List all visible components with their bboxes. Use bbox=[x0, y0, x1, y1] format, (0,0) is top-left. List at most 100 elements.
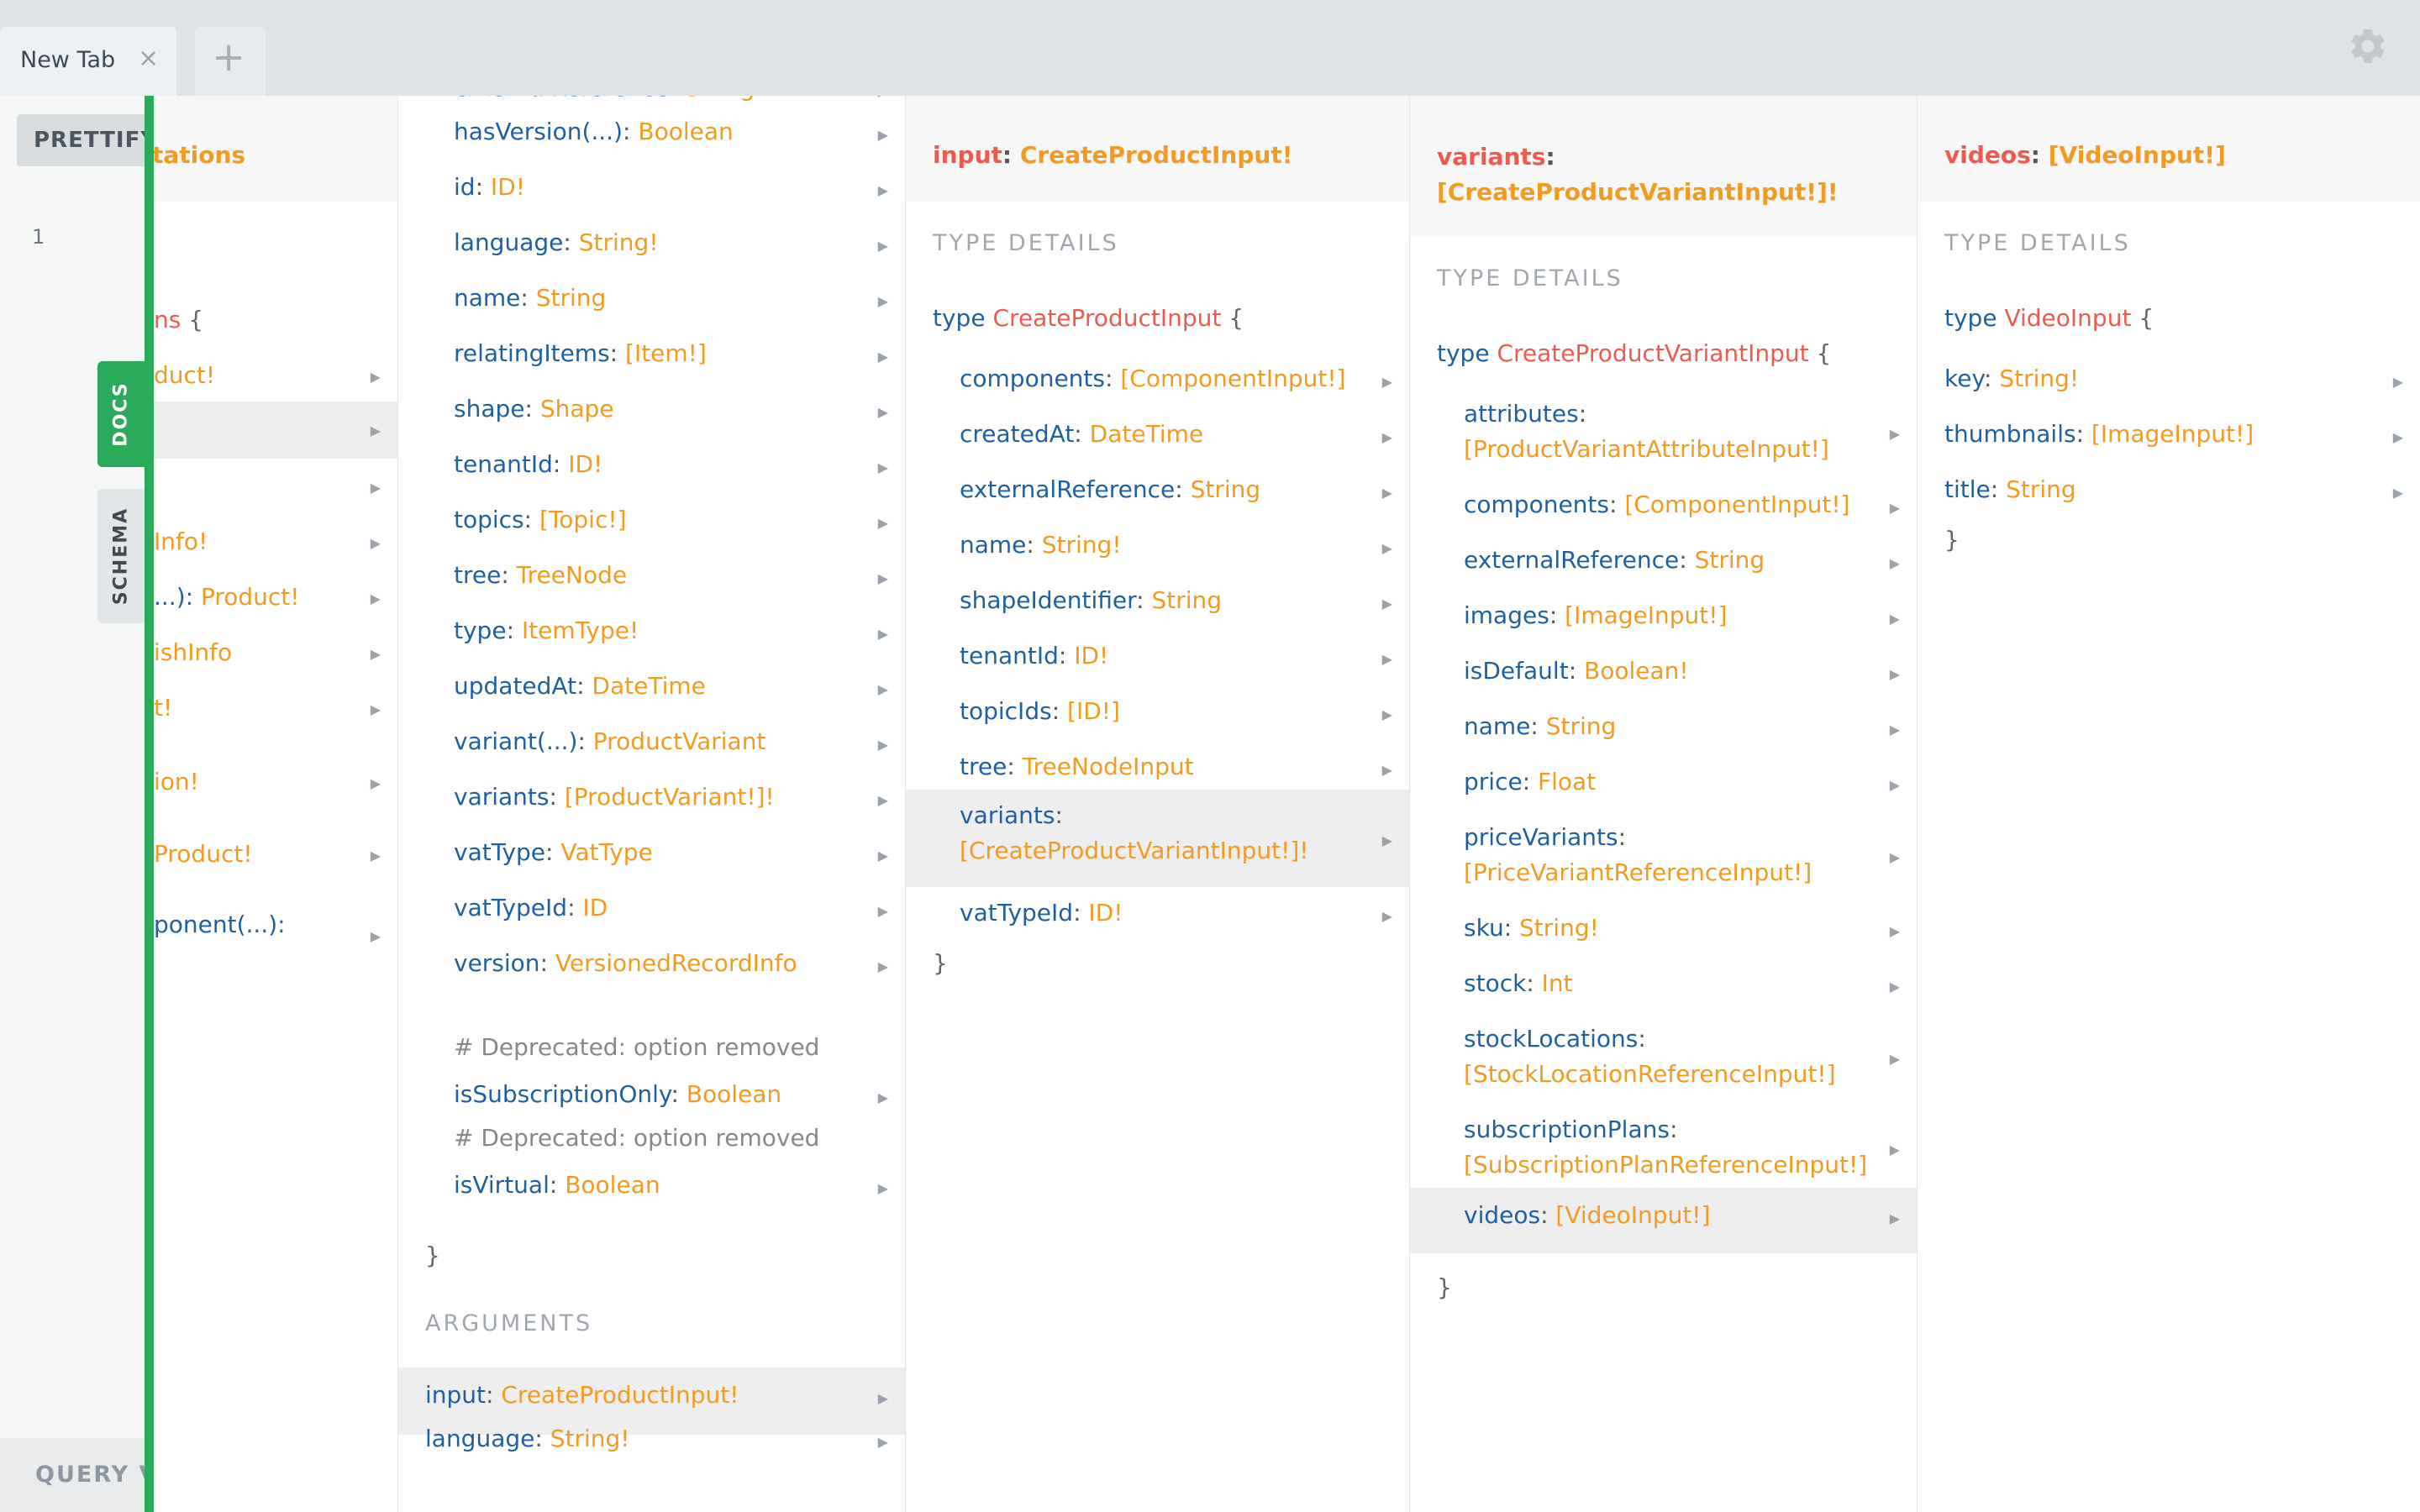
field-row[interactable]: updatedAt: DateTime ▶ bbox=[398, 669, 905, 704]
add-tab-button[interactable]: + bbox=[195, 27, 266, 96]
list-item[interactable]: ishInfo ▶ bbox=[154, 635, 397, 670]
field-type[interactable]: [Topic!] bbox=[539, 506, 627, 533]
field-type[interactable]: VersionedRecordInfo bbox=[555, 949, 797, 977]
field-type[interactable]: [SubscriptionPlanReferenceInput!] bbox=[1464, 1151, 1867, 1179]
field-row[interactable]: tenantId: ID! ▶ bbox=[906, 638, 1409, 674]
field-type[interactable]: String! bbox=[1999, 365, 2079, 392]
field-type[interactable]: Boolean bbox=[565, 1171, 660, 1199]
field-row[interactable]: tenantId: ID! ▶ bbox=[398, 447, 905, 482]
field-type[interactable]: String! bbox=[1519, 914, 1599, 942]
field-row[interactable]: subscriptionPlans: [SubscriptionPlanRefe… bbox=[1410, 1112, 1917, 1183]
field-row[interactable]: type: ItemType! ▶ bbox=[398, 613, 905, 648]
field-row[interactable]: shape: Shape ▶ bbox=[398, 391, 905, 427]
field-row[interactable]: sku: String! ▶ bbox=[1410, 911, 1917, 946]
field-row[interactable]: stockLocations: [StockLocationReferenceI… bbox=[1410, 1021, 1917, 1092]
list-item-selected[interactable]: ▶ bbox=[154, 402, 397, 459]
list-item[interactable]: ponent(...): ▶ bbox=[154, 907, 397, 944]
field-type[interactable]: [ComponentInput!] bbox=[1120, 365, 1345, 392]
field-row-selected[interactable]: variants: [CreateProductVariantInput!]! ▶ bbox=[906, 790, 1409, 887]
field-row[interactable]: id: ID! ▶ bbox=[398, 170, 905, 205]
field-row[interactable]: isDefault: Boolean! ▶ bbox=[1410, 654, 1917, 689]
field-type[interactable]: Boolean bbox=[638, 118, 733, 145]
field-row[interactable]: relatingItems: [Item!] ▶ bbox=[398, 336, 905, 371]
close-icon[interactable]: × bbox=[138, 44, 159, 73]
field-type[interactable]: [StockLocationReferenceInput!] bbox=[1464, 1060, 1836, 1088]
field-type[interactable]: String bbox=[2006, 475, 2076, 503]
field-row[interactable]: name: String ▶ bbox=[1410, 709, 1917, 744]
field-type[interactable]: [ComponentInput!] bbox=[1624, 491, 1849, 518]
field-type[interactable]: [VideoInput!] bbox=[1555, 1201, 1710, 1229]
field-type[interactable]: [Item!] bbox=[625, 339, 707, 367]
list-item[interactable]: Product! ▶ bbox=[154, 837, 397, 872]
field-type[interactable]: String! bbox=[579, 228, 659, 256]
field-type[interactable]: ID! bbox=[568, 450, 602, 478]
field-type[interactable]: VatType bbox=[560, 838, 652, 866]
field-row[interactable]: language: String! ▶ bbox=[398, 225, 905, 260]
field-type[interactable]: ID! bbox=[1074, 642, 1108, 669]
field-row[interactable]: externalReference: String ▶ bbox=[398, 96, 905, 106]
query-editor[interactable]: PRETTIFY 1 QUERY VA bbox=[0, 96, 187, 1512]
list-item[interactable]: Info! ▶ bbox=[154, 524, 397, 559]
field-type[interactable]: [ImageInput!] bbox=[1565, 601, 1727, 629]
field-row[interactable]: components: [ComponentInput!] ▶ bbox=[1410, 487, 1917, 522]
field-type[interactable]: Boolean bbox=[687, 1080, 781, 1108]
field-row[interactable]: topicIds: [ID!] ▶ bbox=[906, 694, 1409, 729]
schema-tab[interactable]: SCHEMA bbox=[97, 489, 145, 623]
field-type[interactable]: String bbox=[1546, 712, 1617, 740]
deprecated-field-row[interactable]: isSubscriptionOnly: Boolean ▶ bbox=[398, 1077, 905, 1112]
field-row[interactable]: components: [ComponentInput!] ▶ bbox=[906, 361, 1409, 396]
field-type[interactable]: Int bbox=[1542, 969, 1573, 997]
field-type[interactable]: DateTime bbox=[1090, 420, 1203, 448]
field-type[interactable]: String! bbox=[550, 1425, 630, 1452]
field-row[interactable]: vatTypeId: ID! ▶ bbox=[906, 895, 1409, 931]
field-type[interactable]: String! bbox=[1042, 531, 1122, 559]
field-row[interactable]: name: String! ▶ bbox=[906, 528, 1409, 563]
field-type[interactable]: ID bbox=[582, 894, 608, 921]
field-type[interactable]: TreeNodeInput bbox=[1023, 753, 1194, 780]
field-type[interactable]: Float bbox=[1538, 768, 1596, 795]
field-row[interactable]: tree: TreeNode ▶ bbox=[398, 558, 905, 593]
field-type[interactable]: String bbox=[1151, 586, 1222, 614]
field-row[interactable]: key: String! ▶ bbox=[1918, 361, 2420, 396]
field-row[interactable]: attributes: [ProductVariantAttributeInpu… bbox=[1410, 396, 1917, 467]
field-row[interactable]: externalReference: String ▶ bbox=[906, 472, 1409, 507]
field-row[interactable]: variants: [ProductVariant!]! ▶ bbox=[398, 780, 905, 815]
field-type[interactable]: ID! bbox=[491, 173, 525, 201]
field-type[interactable]: String bbox=[685, 96, 755, 102]
list-item[interactable]: ...): Product! ▶ bbox=[154, 580, 397, 615]
field-row-selected[interactable]: videos: [VideoInput!] ▶ bbox=[1410, 1188, 1917, 1253]
gear-icon[interactable] bbox=[2347, 25, 2389, 67]
field-type[interactable]: [ID!] bbox=[1067, 697, 1120, 725]
list-item[interactable]: duct! ▶ bbox=[154, 358, 397, 393]
field-row[interactable]: shapeIdentifier: String ▶ bbox=[906, 583, 1409, 618]
field-row[interactable]: tree: TreeNodeInput ▶ bbox=[906, 749, 1409, 785]
field-row[interactable]: priceVariants: [PriceVariantReferenceInp… bbox=[1410, 820, 1917, 890]
field-row[interactable]: images: [ImageInput!] ▶ bbox=[1410, 598, 1917, 633]
field-row[interactable]: version: VersionedRecordInfo ▶ bbox=[398, 946, 905, 981]
deprecated-field-row[interactable]: isVirtual: Boolean ▶ bbox=[398, 1168, 905, 1203]
field-row[interactable]: title: String ▶ bbox=[1918, 472, 2420, 507]
field-row[interactable]: thumbnails: [ImageInput!] ▶ bbox=[1918, 417, 2420, 452]
field-type[interactable]: [CreateProductVariantInput!]! bbox=[960, 837, 1308, 864]
list-item[interactable]: t! ▶ bbox=[154, 690, 397, 726]
field-type[interactable]: CreateProductInput! bbox=[501, 1381, 739, 1409]
tab-new-tab[interactable]: New Tab × bbox=[0, 27, 176, 96]
field-type[interactable]: String bbox=[536, 284, 607, 312]
field-row[interactable]: variant(...): ProductVariant ▶ bbox=[398, 724, 905, 759]
docs-tab[interactable]: DOCS bbox=[97, 361, 145, 467]
field-type[interactable]: ItemType! bbox=[522, 617, 639, 644]
field-type[interactable]: Boolean! bbox=[1584, 657, 1689, 685]
field-type[interactable]: Shape bbox=[540, 395, 614, 423]
field-row[interactable]: vatType: VatType ▶ bbox=[398, 835, 905, 870]
list-item[interactable]: ion! ▶ bbox=[154, 764, 397, 800]
docs-panel-border[interactable] bbox=[145, 96, 154, 1512]
field-row[interactable]: hasVersion(...): Boolean ▶ bbox=[398, 114, 905, 150]
field-row[interactable]: topics: [Topic!] ▶ bbox=[398, 502, 905, 538]
field-type[interactable]: TreeNode bbox=[517, 561, 627, 589]
field-row[interactable]: externalReference: String ▶ bbox=[1410, 543, 1917, 578]
argument-row[interactable]: language: String! ▶ bbox=[398, 1421, 905, 1457]
field-row[interactable]: price: Float ▶ bbox=[1410, 764, 1917, 800]
field-row[interactable]: createdAt: DateTime ▶ bbox=[906, 417, 1409, 452]
field-row[interactable]: vatTypeId: ID ▶ bbox=[398, 890, 905, 926]
field-row[interactable]: stock: Int ▶ bbox=[1410, 966, 1917, 1001]
